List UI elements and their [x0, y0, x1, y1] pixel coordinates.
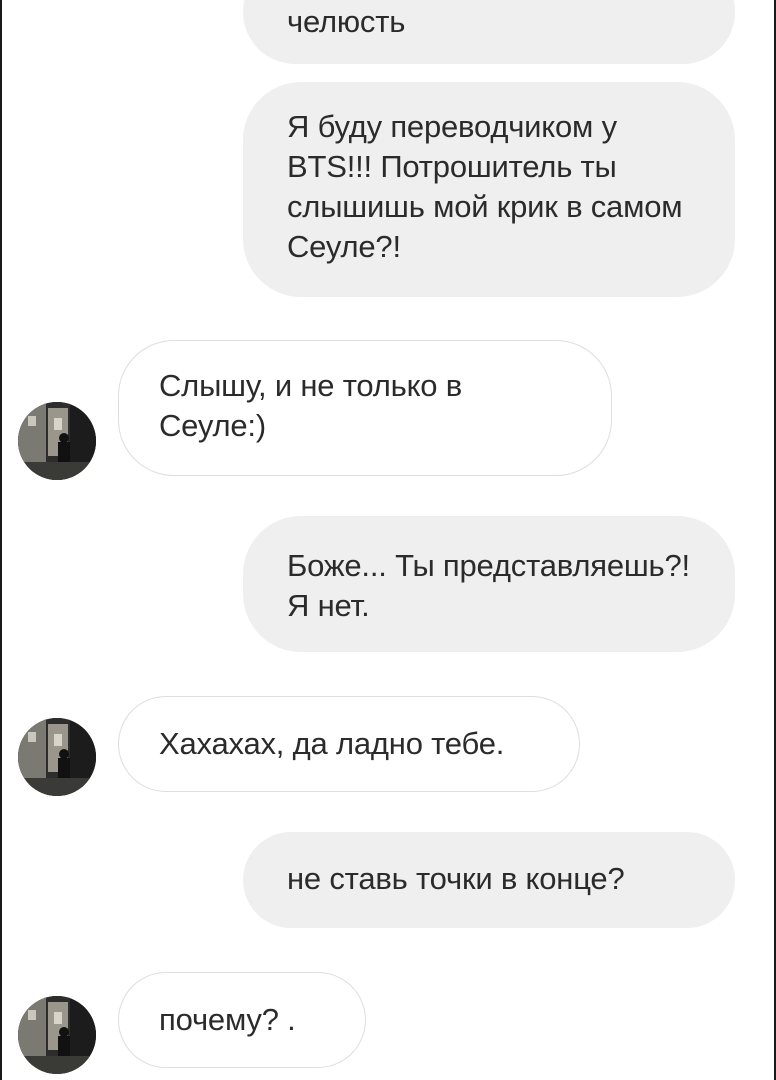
message-text: Боже... Ты представляешь?! Я нет.: [287, 548, 690, 623]
contact-avatar[interactable]: [18, 718, 96, 796]
message-text: почему? .: [159, 1002, 296, 1037]
contact-avatar-photo-icon: [18, 402, 96, 480]
outgoing-message[interactable]: челюсть: [243, 0, 735, 64]
contact-avatar[interactable]: [18, 402, 96, 480]
message-text: Я буду переводчиком у BTS!!! Потрошитель…: [287, 109, 683, 264]
message-text: челюсть: [287, 4, 406, 39]
contact-avatar-photo-icon: [18, 718, 96, 796]
message-text: Хахахах, да ладно тебе.: [159, 726, 505, 761]
outgoing-message[interactable]: не ставь точки в конце?: [243, 832, 735, 928]
message-text: Слышу, и не только в Сеуле:): [159, 368, 463, 443]
message-thread[interactable]: челюсть Я буду переводчиком у BTS!!! Пот…: [0, 0, 776, 1080]
message-text: не ставь точки в конце?: [287, 861, 625, 896]
incoming-message[interactable]: почему? .: [118, 972, 366, 1068]
contact-avatar[interactable]: [18, 996, 96, 1074]
outgoing-message[interactable]: Я буду переводчиком у BTS!!! Потрошитель…: [243, 82, 735, 297]
contact-avatar-photo-icon: [18, 996, 96, 1074]
incoming-message[interactable]: Хахахах, да ладно тебе.: [118, 696, 580, 792]
outgoing-message[interactable]: Боже... Ты представляешь?! Я нет.: [243, 516, 735, 652]
incoming-message[interactable]: Слышу, и не только в Сеуле:): [118, 340, 612, 476]
